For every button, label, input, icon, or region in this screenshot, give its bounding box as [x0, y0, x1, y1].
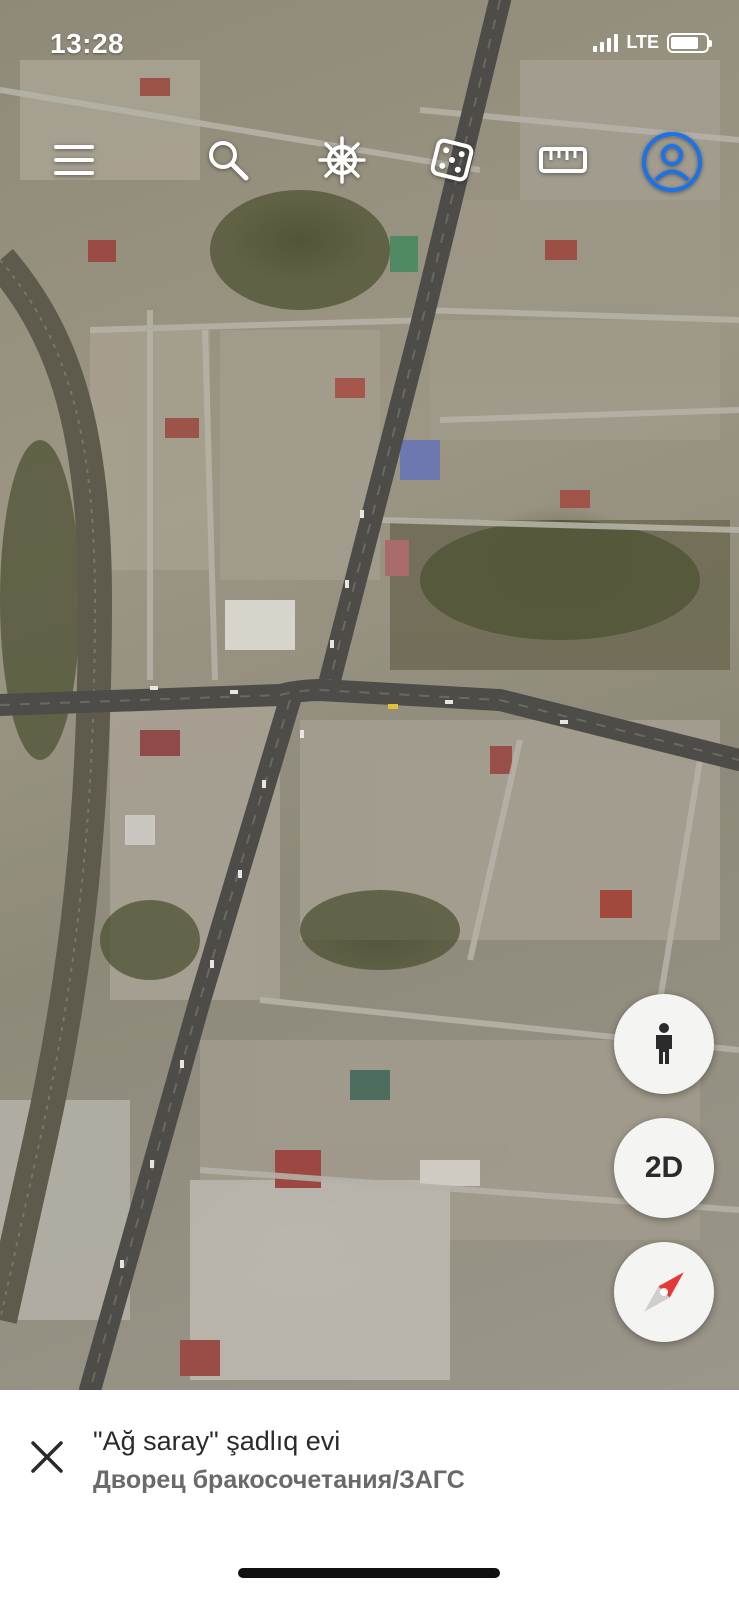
status-indicators: LTE: [593, 32, 712, 53]
street-view-button[interactable]: [614, 994, 714, 1094]
close-button[interactable]: [22, 1432, 72, 1482]
status-time: 13:28: [50, 28, 125, 59]
account-icon: [642, 132, 702, 192]
feeling-lucky-button[interactable]: [420, 128, 484, 192]
battery-icon: [667, 32, 712, 53]
home-indicator[interactable]: [238, 1568, 500, 1578]
voyager-button[interactable]: [310, 128, 374, 192]
measure-button[interactable]: [531, 128, 595, 192]
close-icon: [31, 1441, 63, 1473]
view-mode-toggle[interactable]: 2D: [614, 1118, 714, 1218]
account-button[interactable]: [638, 128, 706, 196]
ruler-icon: [539, 147, 587, 173]
search-button[interactable]: [196, 128, 260, 192]
compass-button[interactable]: [614, 1242, 714, 1342]
place-title: "Ağ saray" şadlıq evi: [93, 1426, 341, 1456]
pegman-icon: [656, 1023, 672, 1064]
menu-icon: [54, 145, 94, 175]
network-type: LTE: [626, 32, 659, 52]
menu-button[interactable]: [42, 128, 106, 192]
view-mode-label: 2D: [644, 1151, 684, 1184]
dice-icon: [430, 138, 474, 182]
compass-icon: [644, 1272, 684, 1312]
search-icon: [209, 141, 249, 181]
place-subtitle: Дворец бракосочетания/ЗАГС: [93, 1466, 465, 1494]
ship-wheel-icon: [318, 136, 366, 184]
place-card: "Ağ saray" şadlıq evi Дворец бракосочета…: [0, 1390, 739, 1600]
signal-icon: [593, 33, 619, 52]
